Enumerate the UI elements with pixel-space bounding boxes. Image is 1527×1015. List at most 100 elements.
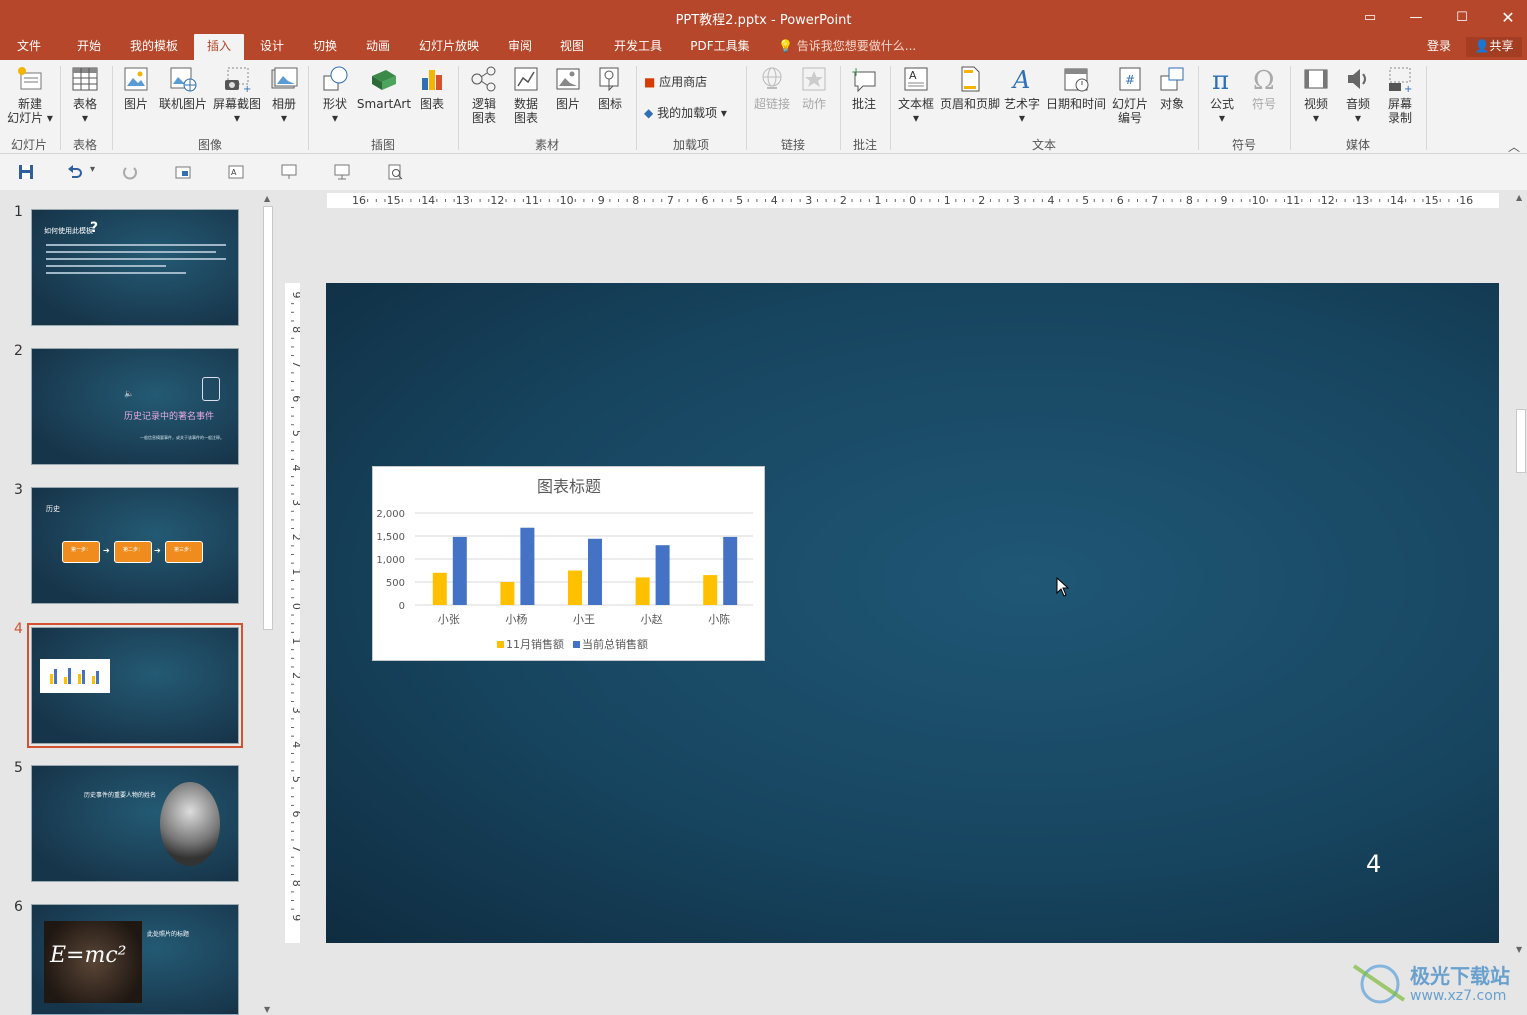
group-tables-label: 表格 [72, 138, 97, 152]
material-picture-button[interactable]: 图片 [548, 64, 588, 111]
ribbon-display-icon[interactable]: ▭ [1347, 0, 1393, 34]
maximize-button[interactable]: ☐ [1439, 0, 1485, 34]
share-button[interactable]: 👤共享 [1466, 37, 1522, 57]
print-preview-icon[interactable] [386, 163, 404, 181]
video-button[interactable]: 视频 ▾ [1296, 64, 1336, 125]
pi-icon: π [1212, 66, 1229, 94]
chart-button[interactable]: 图表 [414, 64, 450, 111]
present-icon[interactable] [333, 163, 351, 181]
picture-button[interactable]: 图片 [118, 64, 154, 111]
smartart-icon [372, 70, 396, 90]
tab-transitions[interactable]: 切换 [302, 34, 348, 60]
chart-object[interactable]: 图表标题 0 500 1,000 1,500 2,000 小张 小杨 小王 小赵 小陈 11月销售额 当… [372, 466, 765, 661]
tab-file[interactable]: 文件 [6, 34, 52, 60]
horizontal-ruler: 16 15 14 13 12 11 10 9 8 7 6 5 4 3 2 1 0 1 2 3 4 5 6 7 8 9 10 11 12 1… [327, 193, 1499, 208]
tab-review[interactable]: 审阅 [498, 34, 542, 60]
screen-record-button[interactable]: + 屏幕 录制 [1380, 64, 1420, 125]
ruler-label: 1 [944, 194, 951, 207]
data-chart-button[interactable]: 数据 图表 [506, 64, 546, 125]
group-media-label: 媒体 [1345, 138, 1370, 152]
group-materials-label: 素材 [534, 138, 559, 152]
tab-my-templates[interactable]: 我的模板 [120, 34, 188, 60]
textbox-button[interactable]: A 文本框 ▾ [896, 64, 936, 125]
hyperlink-button[interactable]: 超链接 [752, 64, 792, 111]
tab-design[interactable]: 设计 [250, 34, 294, 60]
textbox-qat-icon[interactable]: A [227, 163, 245, 181]
x-tick-label: 小赵 [641, 612, 663, 626]
login-link[interactable]: 登录 [1427, 34, 1451, 60]
tab-home[interactable]: 开始 [66, 34, 112, 60]
tab-slideshow[interactable]: 幻灯片放映 [410, 34, 488, 60]
x-tick-label: 小张 [438, 613, 460, 626]
minimize-button[interactable]: — [1393, 0, 1439, 34]
wordart-button[interactable]: A 艺术字 ▾ [1002, 64, 1042, 125]
slide-thumbnail-3[interactable]: 历史 第一步： 第二步： 第三步： ➔ ➔ [31, 487, 239, 604]
album-button[interactable]: 相册 ▾ [266, 64, 302, 125]
comment-button[interactable]: + 批注 [844, 64, 884, 111]
thumb-number: 5 [14, 760, 23, 776]
chevron-down-icon: ▾ [280, 111, 288, 125]
date-time-button[interactable]: 日期和时间 [1044, 64, 1108, 111]
svg-text:+: + [851, 65, 861, 79]
new-slide-button[interactable]: 新建 幻灯片 ▾ [4, 64, 56, 125]
bar-total-sales [588, 538, 602, 605]
thumbnail-scrollbar[interactable]: ▲ ▼ [262, 194, 274, 1014]
shapes-button[interactable]: 形状 ▾ [314, 64, 356, 125]
ruler-label: 10 [560, 194, 574, 207]
undo-dropdown-icon[interactable]: ▾ [90, 164, 95, 175]
y-tick-label: 0 [399, 601, 405, 612]
collapse-ribbon-icon[interactable]: ︿ [1508, 138, 1520, 155]
undo-icon[interactable] [66, 163, 84, 181]
svg-text:+: + [1404, 84, 1412, 94]
slide-thumbnail-5[interactable]: 历史事件的重要人物的姓名 [31, 765, 239, 882]
header-footer-button[interactable]: 页眉和页脚 [938, 64, 1002, 111]
close-button[interactable]: ✕ [1485, 0, 1527, 34]
legend-label: 当前总销售额 [582, 637, 648, 651]
tab-insert[interactable]: 插入 [194, 34, 244, 60]
slide-thumbnail-4[interactable] [27, 623, 243, 748]
store-button[interactable]: ■ 应用商店 [644, 72, 707, 92]
new-slide-qat-icon[interactable] [174, 163, 192, 181]
portrait-image [160, 782, 220, 866]
group-links-label: 链接 [780, 138, 805, 152]
redo-icon[interactable] [121, 163, 139, 181]
tab-view[interactable]: 视图 [550, 34, 594, 60]
audio-button[interactable]: 音频 ▾ [1338, 64, 1378, 125]
my-addins-button[interactable]: ◆ 我的加载项 ▾ [644, 103, 727, 123]
ruler-label: 10 [1252, 194, 1266, 207]
chevron-down-icon: ▾ [1218, 111, 1226, 125]
ruler-label: 0 [290, 603, 300, 610]
tab-animations[interactable]: 动画 [356, 34, 400, 60]
icons-icon [599, 67, 619, 92]
thumb-number: 6 [14, 899, 23, 915]
bar-nov-sales [635, 577, 650, 605]
smartart-button[interactable]: SmartArt [356, 64, 412, 111]
logic-chart-button[interactable]: 逻辑 图表 [464, 64, 504, 125]
screenshot-button[interactable]: + 屏幕截图 ▾ [210, 64, 264, 125]
tell-me-box[interactable]: 💡 告诉我您想要做什么... [778, 34, 916, 60]
slide-thumbnail-6[interactable]: E=mc² 此处照片的标题 [31, 904, 239, 1015]
slide-number-button[interactable]: # 幻灯片 编号 [1108, 64, 1152, 125]
save-icon[interactable] [17, 163, 35, 181]
icon-button[interactable]: 图标 [590, 64, 630, 111]
x-tick-label: 小杨 [505, 612, 527, 626]
editor-scrollbar[interactable]: ▲ ▼ [1514, 193, 1527, 963]
slide-thumbnail-2[interactable]: 历史记录中的著名事件 一般信息摘要事件，或关于该事件的一般注释。 🔈 [31, 348, 239, 465]
equation-button[interactable]: π 公式 ▾ [1202, 64, 1242, 125]
online-picture-button[interactable]: 联机图片 [156, 64, 210, 111]
chevron-down-icon: ▾ [720, 106, 727, 120]
ruler-label: 8 [632, 194, 639, 207]
present-from-start-icon[interactable] [280, 163, 298, 181]
tab-developer[interactable]: 开发工具 [604, 34, 672, 60]
data-chart-icon [514, 67, 538, 91]
group-slides-label: 幻灯片 [10, 138, 47, 152]
object-button[interactable]: 对象 [1152, 64, 1192, 111]
slide-thumbnail-1[interactable]: 如何使用此模板 ? [31, 209, 239, 326]
table-button[interactable]: 表格 ▾ [64, 64, 106, 125]
bar-nov-sales [432, 572, 447, 605]
addins-icon: ◆ [644, 106, 654, 120]
ruler-label: 3 [1013, 194, 1020, 207]
tab-pdf-tools[interactable]: PDF工具集 [684, 34, 756, 60]
action-button[interactable]: 动作 [794, 64, 834, 111]
symbol-button[interactable]: Ω 符号 [1244, 64, 1284, 111]
